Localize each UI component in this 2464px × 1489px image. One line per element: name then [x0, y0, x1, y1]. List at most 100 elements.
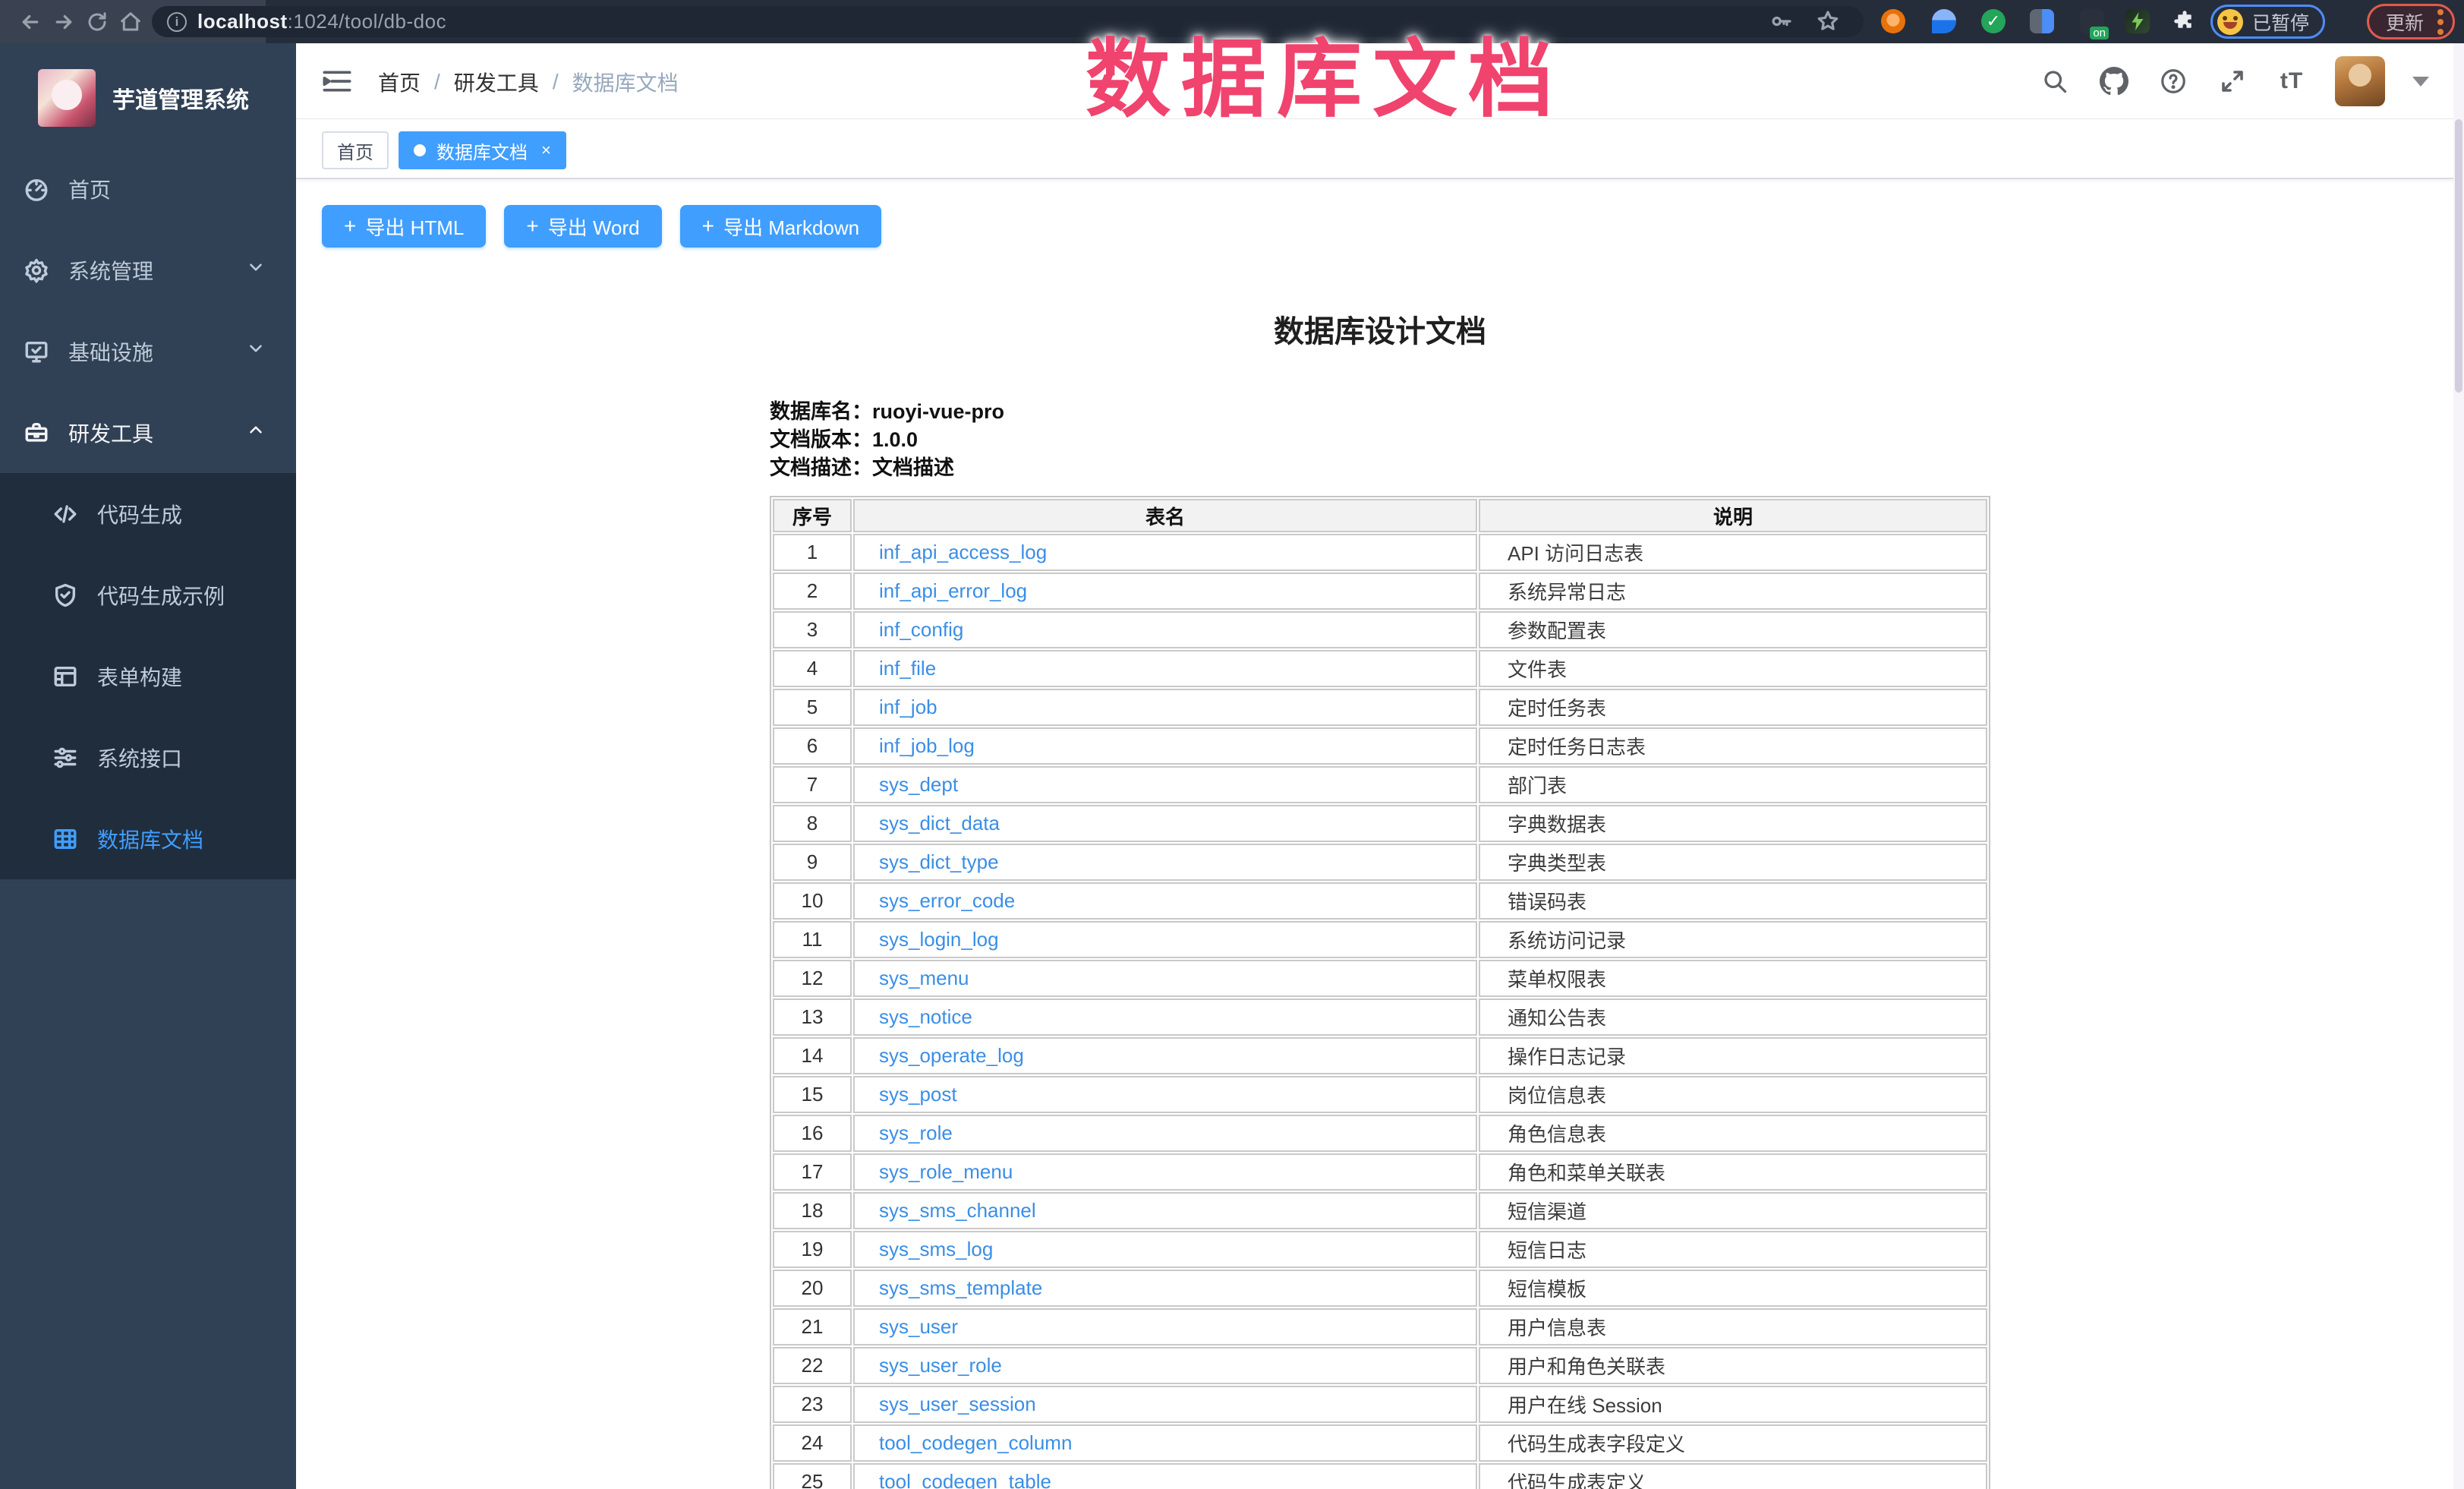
sidebar-item-db-doc[interactable]: 数据库文档 [0, 798, 296, 879]
row-index: 3 [773, 611, 852, 648]
table-name-link[interactable]: sys_user_session [879, 1393, 1036, 1415]
navbar-actions: tT [2039, 43, 2429, 119]
export-word-button[interactable]: + 导出 Word [504, 205, 661, 248]
fullscreen-icon[interactable] [2217, 65, 2248, 97]
toolbox-icon [23, 419, 50, 446]
export-html-button[interactable]: + 导出 HTML [322, 205, 486, 248]
sidebar-item-label: 表单构建 [97, 661, 182, 692]
extension-icon-green-leaf[interactable] [2125, 9, 2150, 33]
table-name-link[interactable]: inf_api_error_log [879, 579, 1027, 602]
table-name-link[interactable]: sys_sms_template [879, 1276, 1042, 1299]
table-name-link[interactable]: sys_user_role [879, 1354, 1002, 1377]
browser-home-icon[interactable] [117, 8, 144, 36]
table-desc: 错误码表 [1479, 882, 1987, 920]
avatar-caret-icon[interactable] [2412, 77, 2429, 87]
sidebar-item-form-builder[interactable]: 表单构建 [0, 636, 296, 717]
table-name-link[interactable]: sys_notice [879, 1005, 972, 1028]
bookmark-star-icon[interactable] [1816, 9, 1840, 37]
browser-back-icon[interactable] [17, 8, 44, 36]
table-name-link[interactable]: sys_dict_type [879, 850, 999, 873]
github-icon[interactable] [2098, 65, 2130, 97]
tables-overview: 序号 表名 说明 1 inf_api_access_log API 访问日志表 … [770, 496, 1990, 1489]
sidebar-item-api[interactable]: 系统接口 [0, 717, 296, 798]
table-name-link[interactable]: inf_api_access_log [879, 541, 1047, 563]
breadcrumb-devtools[interactable]: 研发工具 [454, 67, 539, 97]
extension-icon-dark-on[interactable]: on [2080, 9, 2104, 33]
table-desc: 参数配置表 [1479, 611, 1987, 648]
row-index: 12 [773, 960, 852, 997]
extension-icon-green-check[interactable]: ✓ [1981, 9, 2006, 33]
table-name-link[interactable]: sys_dict_data [879, 812, 1000, 834]
table-name-link[interactable]: sys_role [879, 1121, 953, 1144]
font-size-icon[interactable]: tT [2276, 65, 2308, 97]
password-key-icon[interactable] [1769, 9, 1793, 37]
tab-home[interactable]: 首页 [322, 131, 389, 169]
table-name-link[interactable]: inf_file [879, 657, 936, 680]
search-icon[interactable] [2039, 65, 2071, 97]
row-index: 2 [773, 573, 852, 610]
sidebar-collapse-icon[interactable] [322, 68, 352, 95]
user-avatar[interactable] [2335, 56, 2385, 106]
paused-profile-badge[interactable]: 已暂停 [2210, 5, 2325, 39]
extension-icon-blue-pin[interactable] [1932, 9, 1956, 33]
doc-version-line: 文档版本：1.0.0 [770, 426, 1990, 454]
table-name-link[interactable]: sys_post [879, 1083, 957, 1106]
table-name-link[interactable]: sys_sms_channel [879, 1199, 1036, 1222]
address-bar[interactable]: i localhost:1024/tool/db-doc [152, 6, 1864, 37]
button-label: 导出 Word [548, 213, 640, 241]
table-name-link[interactable]: inf_config [879, 618, 963, 641]
tab-close-icon[interactable]: × [541, 140, 551, 160]
breadcrumb-home[interactable]: 首页 [378, 67, 421, 97]
sidebar-item-codegen-demo[interactable]: 代码生成示例 [0, 554, 296, 636]
sidebar-item-system[interactable]: 系统管理 [0, 229, 296, 311]
scrollbar-thumb[interactable] [2455, 119, 2462, 393]
export-markdown-button[interactable]: + 导出 Markdown [680, 205, 882, 248]
sidebar-item-infra[interactable]: 基础设施 [0, 311, 296, 392]
table-desc: API 访问日志表 [1479, 534, 1987, 571]
table-name-link[interactable]: sys_operate_log [879, 1044, 1024, 1067]
table-name-link[interactable]: sys_user [879, 1315, 958, 1338]
table-name-link[interactable]: sys_dept [879, 773, 958, 796]
row-index: 22 [773, 1347, 852, 1384]
browser-menu-dots-icon[interactable] [2437, 9, 2444, 35]
row-index: 4 [773, 650, 852, 687]
sidebar-item-codegen[interactable]: 代码生成 [0, 473, 296, 554]
sidebar-item-devtools[interactable]: 研发工具 [0, 392, 296, 473]
table-name-link[interactable]: sys_login_log [879, 928, 999, 951]
doc-info: 数据库名：ruoyi-vue-pro 文档版本：1.0.0 文档描述：文档描述 [770, 398, 1990, 482]
table-name-link[interactable]: sys_role_menu [879, 1160, 1013, 1183]
sidebar-item-home[interactable]: 首页 [0, 148, 296, 229]
breadcrumb-separator: / [434, 70, 440, 94]
tab-db-doc[interactable]: 数据库文档 × [399, 131, 566, 169]
extension-icon-grid[interactable] [2030, 9, 2054, 33]
page-scrollbar[interactable] [2453, 43, 2464, 1489]
table-row: 7 sys_dept 部门表 [773, 766, 1987, 803]
table-name-link[interactable]: inf_job [879, 696, 937, 718]
table-row: 16 sys_role 角色信息表 [773, 1115, 1987, 1152]
browser-reload-icon[interactable] [83, 8, 111, 36]
table-row: 1 inf_api_access_log API 访问日志表 [773, 534, 1987, 571]
table-desc: 字典类型表 [1479, 844, 1987, 881]
table-name-link[interactable]: sys_error_code [879, 889, 1015, 912]
extension-icon-orange[interactable] [1881, 9, 1905, 33]
site-info-icon[interactable]: i [167, 12, 187, 32]
table-desc: 短信模板 [1479, 1270, 1987, 1307]
help-icon[interactable] [2157, 65, 2189, 97]
app-logo-row[interactable]: 芋道管理系统 [0, 43, 296, 148]
table-row: 13 sys_notice 通知公告表 [773, 998, 1987, 1036]
table-row: 22 sys_user_role 用户和角色关联表 [773, 1347, 1987, 1384]
table-name-link[interactable]: sys_sms_log [879, 1238, 993, 1260]
table-name-link[interactable]: tool_codegen_column [879, 1431, 1072, 1454]
update-label: 更新 [2386, 8, 2424, 36]
chevron-down-icon [246, 339, 266, 364]
chevron-down-icon [246, 257, 266, 282]
table-name-link[interactable]: tool_codegen_table [879, 1470, 1051, 1489]
table-desc: 短信日志 [1479, 1231, 1987, 1268]
extensions-puzzle-icon[interactable] [2173, 9, 2197, 33]
browser-forward-icon[interactable] [50, 8, 77, 36]
table-name-link[interactable]: sys_menu [879, 967, 969, 989]
browser-update-button[interactable]: 更新 [2367, 4, 2455, 39]
table-row: 5 inf_job 定时任务表 [773, 689, 1987, 726]
table-name-link[interactable]: inf_job_log [879, 734, 975, 757]
doc-desc-value: 文档描述 [872, 456, 954, 479]
